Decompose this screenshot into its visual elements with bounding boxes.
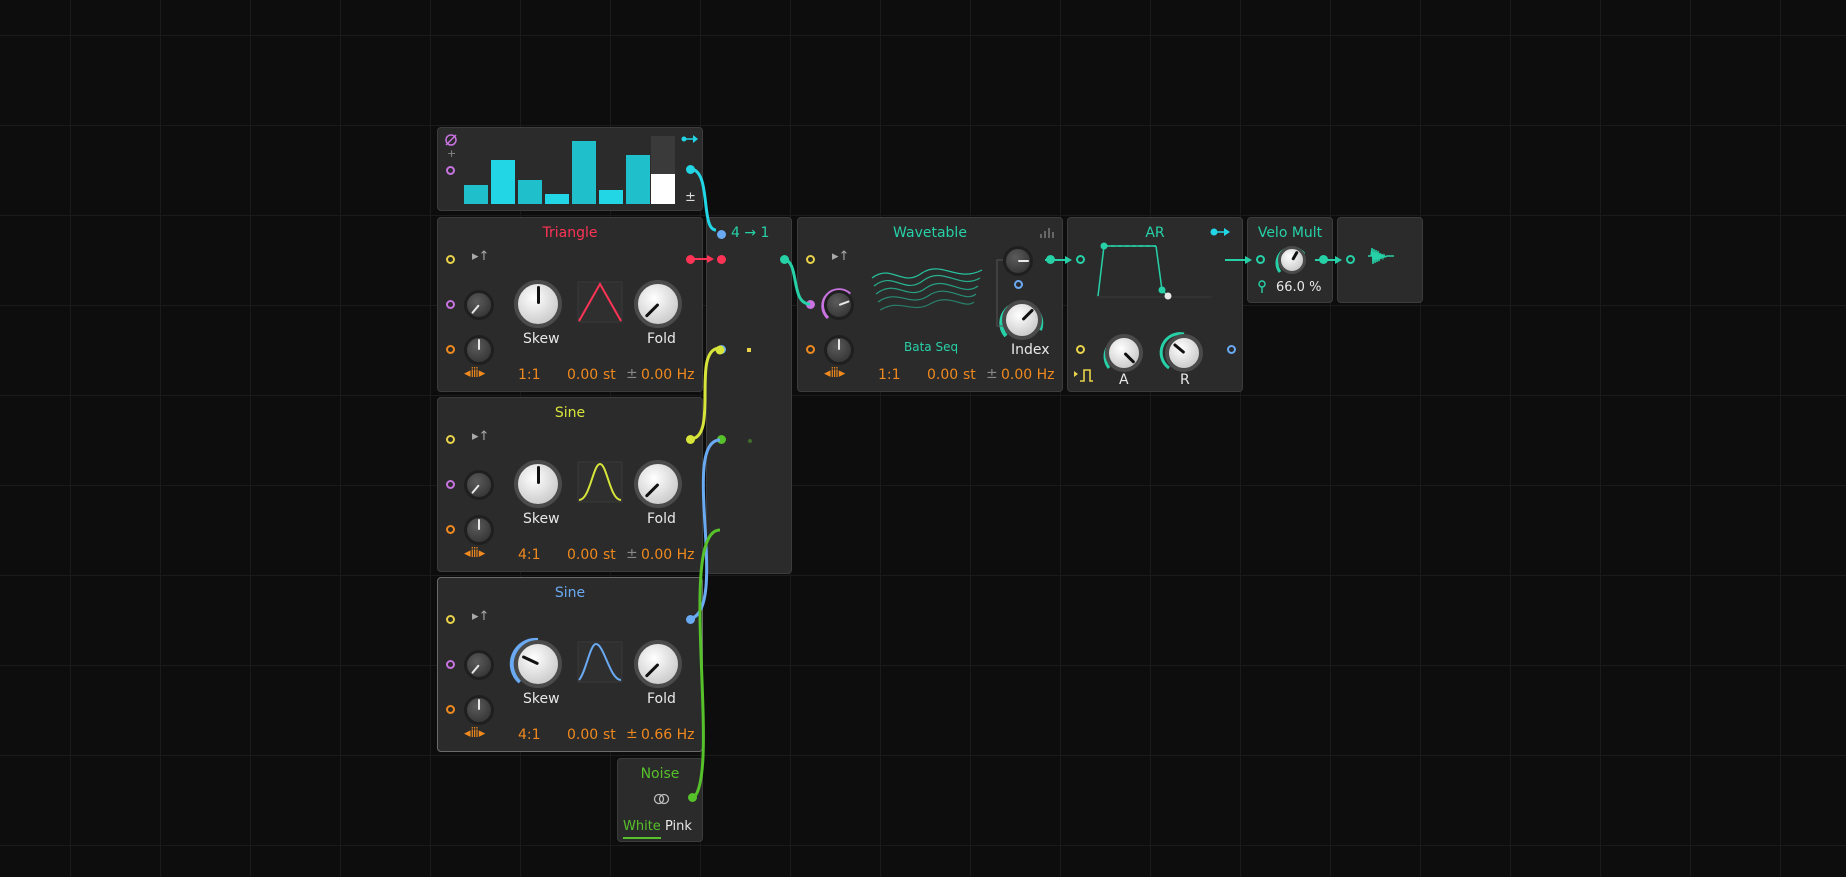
cable-selector-to-wavetable xyxy=(783,257,811,306)
cable-sine1-to-selector-yellow xyxy=(689,346,721,441)
patch-cables xyxy=(689,167,811,802)
cable-noise-to-selector-green xyxy=(689,528,721,802)
cable-steps-to-selector xyxy=(689,167,717,232)
cable-end-yellow xyxy=(715,345,725,355)
